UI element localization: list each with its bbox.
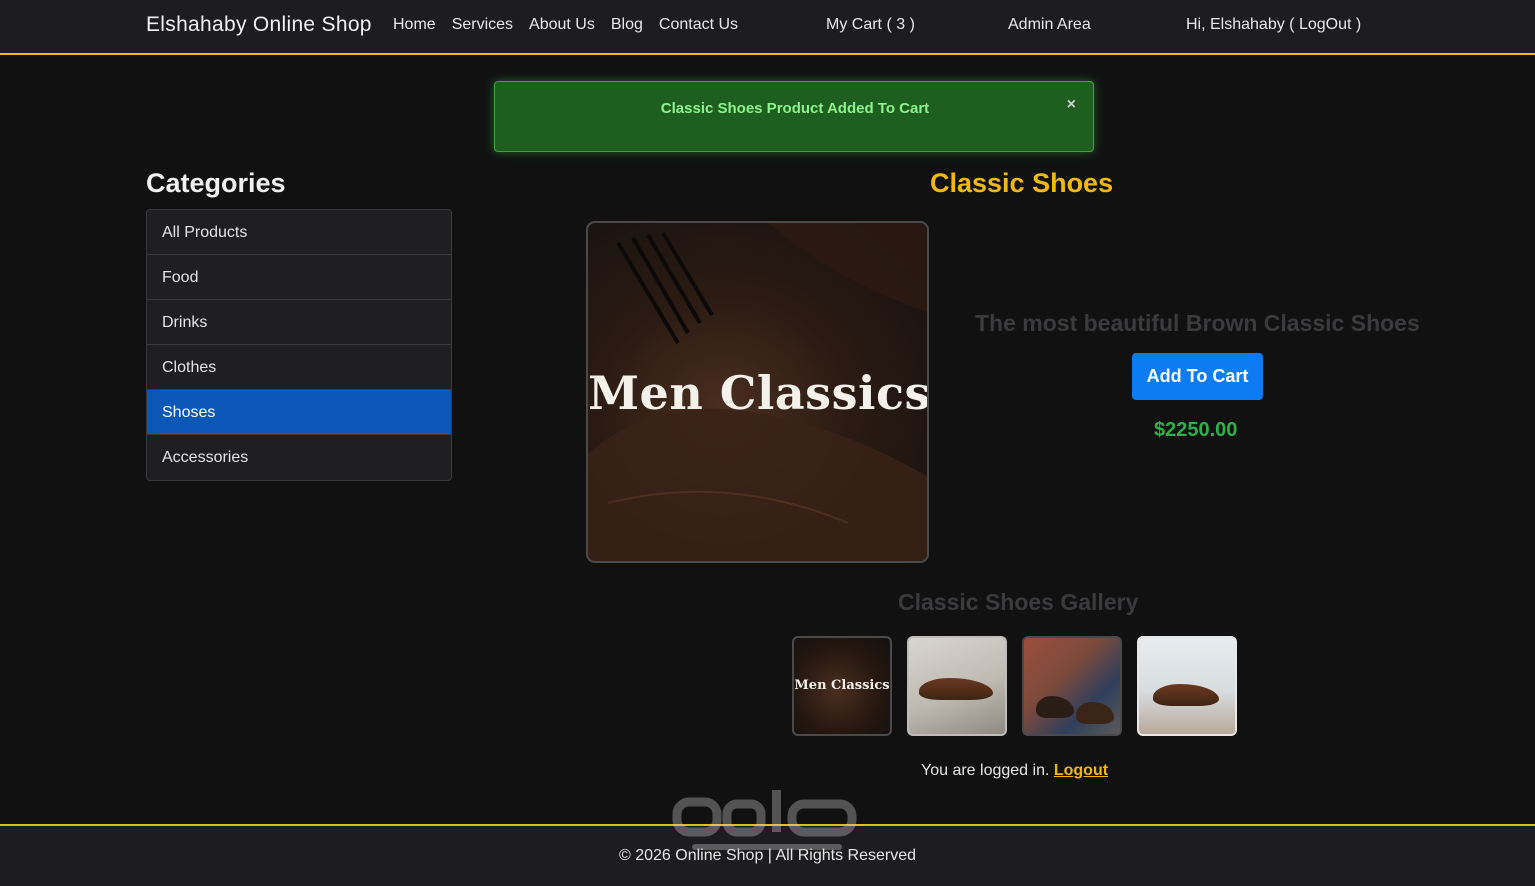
gallery-thumb-2[interactable] (907, 636, 1007, 736)
logout-link[interactable]: Logout (1054, 762, 1108, 779)
product-image: Men Classics (586, 221, 929, 563)
shoe-icon (1036, 696, 1074, 718)
login-status: You are logged in. Logout (921, 762, 1108, 780)
nav-contact[interactable]: Contact Us (659, 16, 738, 34)
category-drinks[interactable]: Drinks (147, 300, 451, 345)
gallery-thumb-1-text: Men Classics (794, 678, 890, 693)
product-description: The most beautiful Brown Classic Shoes (975, 310, 1420, 336)
nav-admin[interactable]: Admin Area (1008, 16, 1091, 34)
nav-about[interactable]: About Us (529, 16, 595, 34)
shoe-icon (1076, 702, 1114, 724)
nav-services[interactable]: Services (452, 16, 513, 34)
product-image-text: Men Classics (588, 366, 929, 420)
category-all-products[interactable]: All Products (147, 210, 451, 255)
navbar: Elshahaby Online Shop Home Services Abou… (0, 0, 1535, 55)
nav-user-logout[interactable]: Hi, Elshahaby ( LogOut ) (1186, 16, 1361, 34)
login-status-text: You are logged in. (921, 762, 1050, 779)
shoe-icon (919, 678, 993, 700)
nav-cart[interactable]: My Cart ( 3 ) (826, 16, 915, 34)
shoe-icon (1153, 684, 1219, 706)
close-icon[interactable]: × (1067, 96, 1076, 114)
nav-home[interactable]: Home (393, 16, 436, 34)
footer: © 2026 Online Shop | All Rights Reserved (0, 824, 1535, 886)
category-food[interactable]: Food (147, 255, 451, 300)
footer-copyright: © 2026 Online Shop | All Rights Reserved (619, 847, 916, 864)
category-clothes[interactable]: Clothes (147, 345, 451, 390)
nav-links: Home Services About Us Blog Contact Us (393, 16, 738, 34)
product-price: $2250.00 (1154, 419, 1238, 441)
gallery-thumb-3[interactable] (1022, 636, 1122, 736)
success-alert: Classic Shoes Product Added To Cart × (494, 81, 1094, 152)
nav-blog[interactable]: Blog (611, 16, 643, 34)
alert-message: Classic Shoes Product Added To Cart (660, 100, 930, 117)
gallery-thumb-1[interactable]: Men Classics (792, 636, 892, 736)
categories-title: Categories (146, 168, 286, 198)
category-shoes[interactable]: Shoses (147, 390, 451, 435)
categories-list: All Products Food Drinks Clothes Shoses … (146, 209, 452, 481)
category-accessories[interactable]: Accessories (147, 435, 451, 480)
product-title: Classic Shoes (930, 168, 1114, 198)
add-to-cart-button[interactable]: Add To Cart (1132, 353, 1263, 400)
gallery-thumb-4[interactable] (1137, 636, 1237, 736)
gallery-title: Classic Shoes Gallery (898, 589, 1139, 615)
brand-logo[interactable]: Elshahaby Online Shop (146, 13, 372, 37)
